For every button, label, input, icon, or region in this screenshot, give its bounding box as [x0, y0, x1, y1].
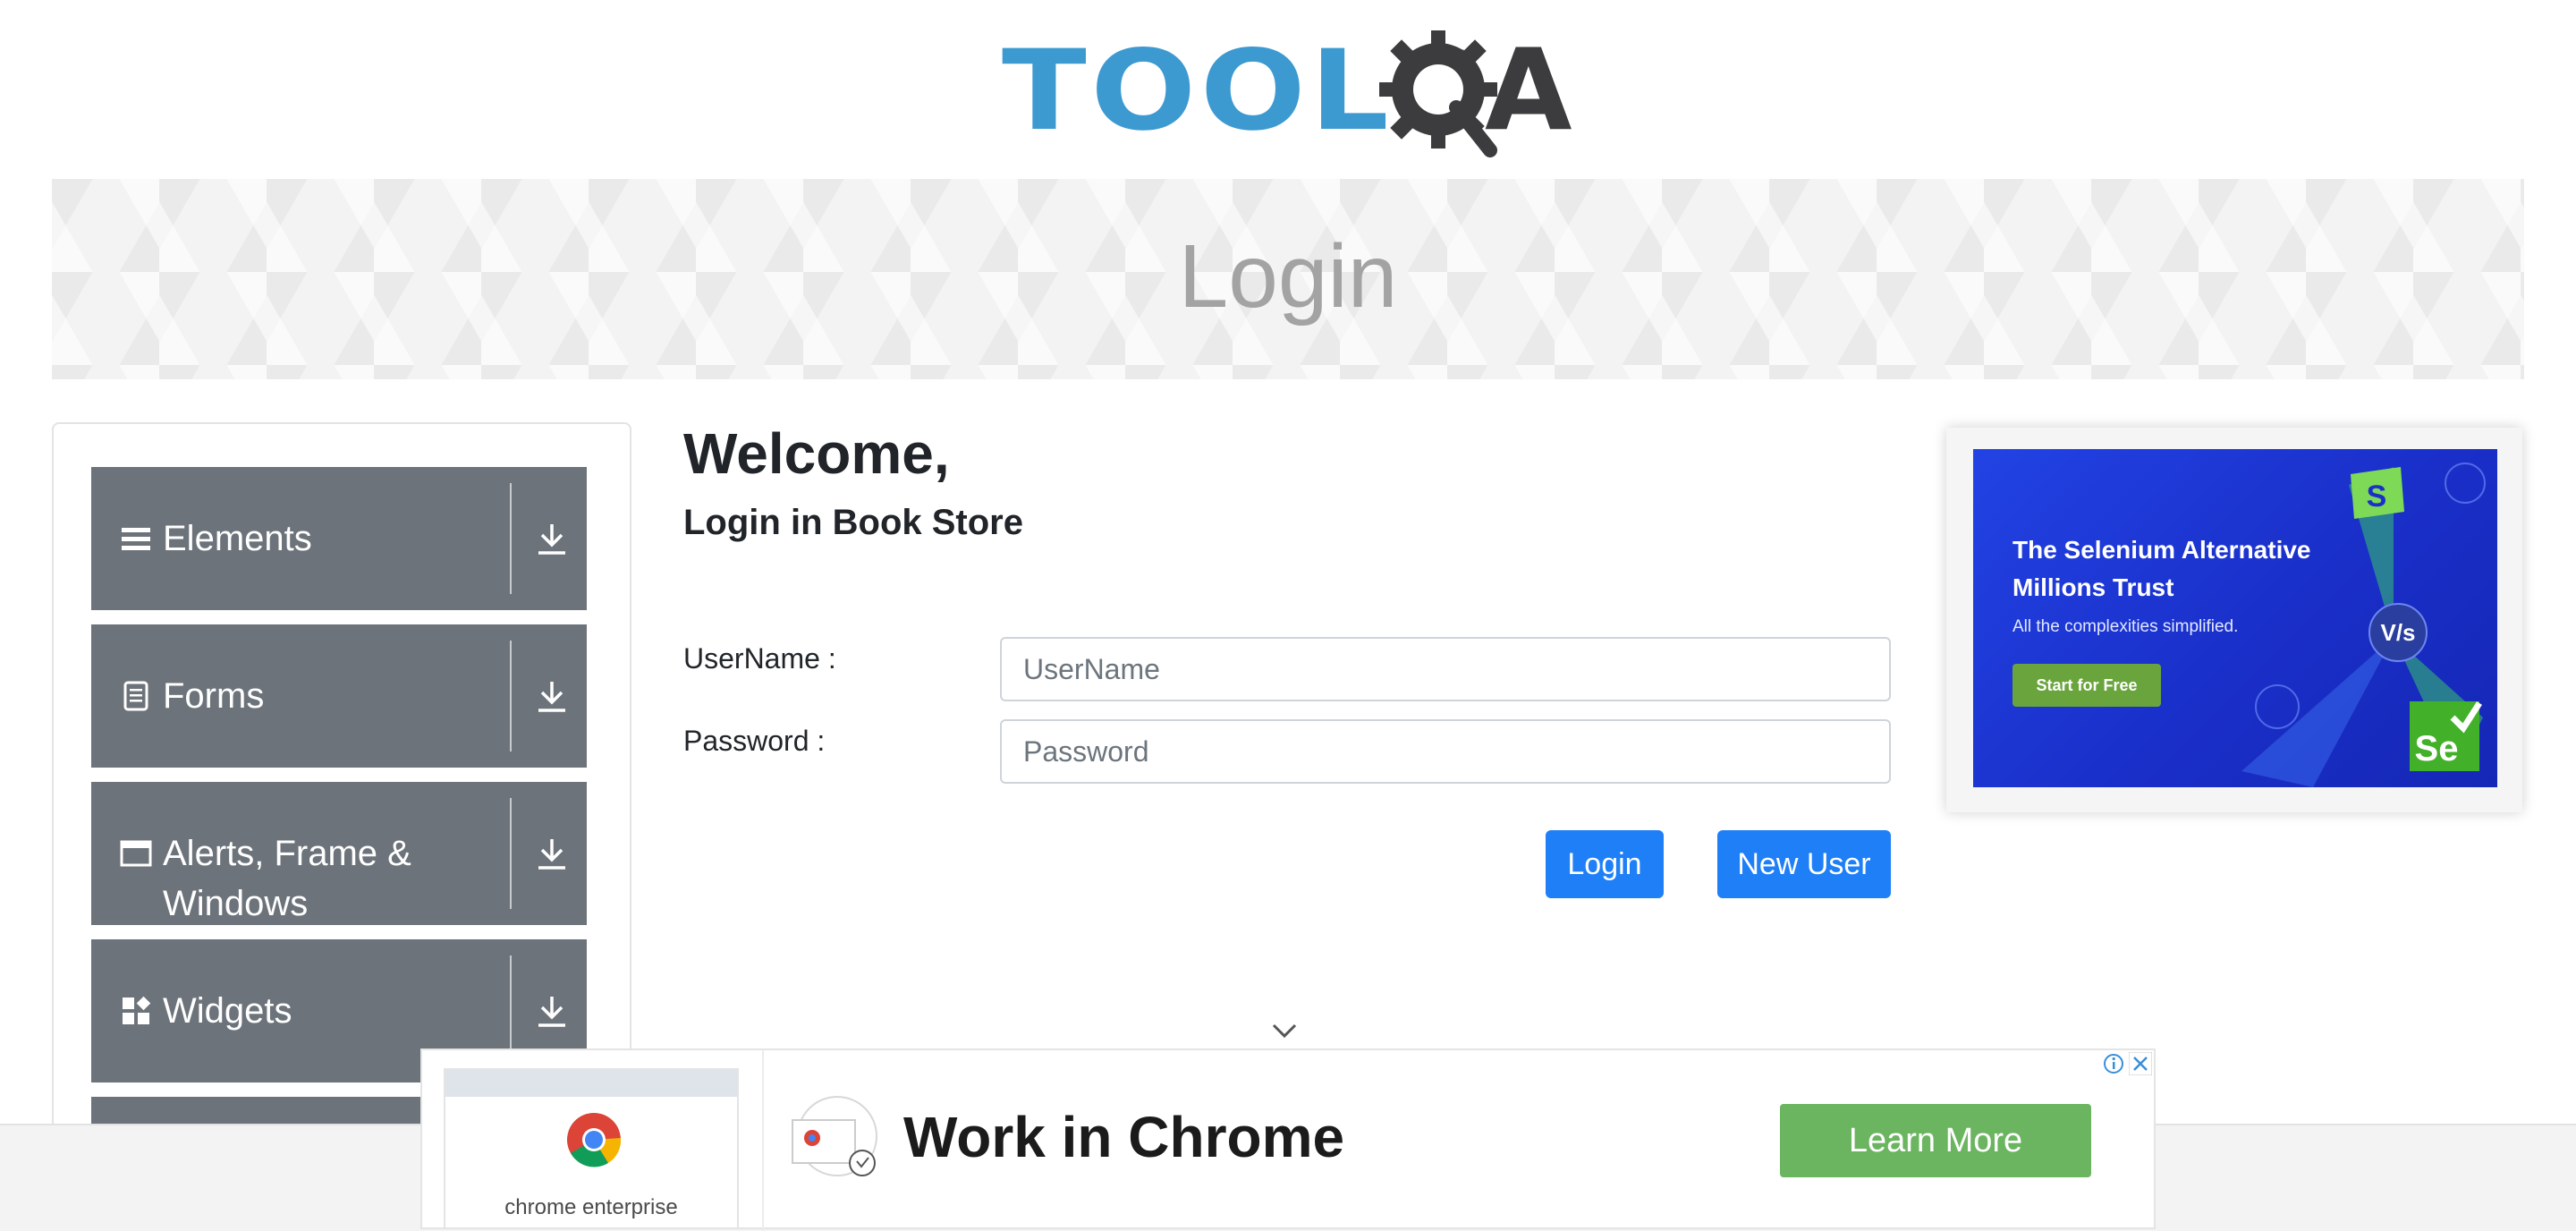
chrome-shield-icon — [792, 1096, 877, 1176]
password-label: Password : — [683, 725, 826, 757]
toolsqa-logo[interactable]: TOOLS A — [1002, 25, 1583, 168]
username-input[interactable] — [1000, 637, 1891, 701]
login-subtitle: Login in Book Store — [683, 503, 1023, 542]
window-icon — [120, 840, 152, 867]
sidebar-group-alerts-frame-windows[interactable]: Alerts, Frame & Windows — [91, 782, 587, 925]
download-icon[interactable] — [535, 678, 569, 714]
download-icon[interactable] — [535, 521, 569, 556]
sidebar-group-forms[interactable]: Forms — [91, 624, 587, 768]
ad-title: Work in Chrome — [903, 1105, 1345, 1169]
svg-text:S: S — [2367, 480, 2387, 514]
chrome-logo-icon — [567, 1113, 622, 1167]
ad-headline: The Selenium Alternative Millions Trust — [2012, 536, 2311, 601]
divider — [510, 641, 512, 751]
download-icon[interactable] — [535, 836, 569, 871]
code-icon — [2445, 463, 2486, 504]
ad-thumbnail: chrome enterprise — [444, 1068, 739, 1229]
svg-text:Se: Se — [2415, 729, 2459, 768]
learn-more-button[interactable]: Learn More — [1780, 1104, 2091, 1177]
sidebar-group-label: Alerts, Frame & Windows — [163, 834, 411, 923]
login-button[interactable]: Login — [1546, 830, 1664, 898]
divider — [510, 483, 512, 594]
sidebar-group-label: Elements — [163, 519, 312, 558]
widgets-icon — [123, 996, 151, 1024]
selenium-se-icon: Se — [2410, 701, 2482, 771]
start-for-free-button[interactable]: Start for Free — [2012, 664, 2161, 707]
divider — [510, 798, 512, 909]
selenium-alternative-ad[interactable]: V/s S Se The Selenium Alternative Millio… — [1973, 449, 2497, 787]
download-icon[interactable] — [535, 993, 569, 1029]
ad-subtext: All the complexities simplified. — [2012, 617, 2239, 636]
right-ad-container: V/s S Se The Selenium Alternative Millio… — [1946, 428, 2522, 812]
password-input[interactable] — [1000, 719, 1891, 784]
page-title: Login — [1178, 226, 1398, 327]
ad-divider — [762, 1050, 764, 1231]
sidebar-group-label: Forms — [163, 676, 265, 716]
logo-a-text: A — [1485, 24, 1572, 156]
chrome-enterprise-ad[interactable]: chrome enterprise Work in Chrome Learn M… — [420, 1048, 2156, 1231]
selenium-s-icon: S — [2351, 467, 2404, 519]
vs-text: V/s — [2380, 619, 2415, 646]
browser-tabs-strip — [445, 1070, 737, 1097]
document-icon — [123, 681, 148, 711]
ad-info-icon[interactable] — [2102, 1052, 2125, 1075]
hamburger-icon — [122, 528, 150, 550]
close-icon[interactable] — [2129, 1052, 2152, 1075]
sidebar-group-elements[interactable]: Elements — [91, 467, 587, 610]
welcome-heading: Welcome, — [683, 421, 950, 486]
page-banner: Login — [52, 179, 2524, 379]
chevron-down-icon[interactable] — [1268, 1020, 1301, 1041]
browser-icon — [2255, 684, 2300, 729]
new-user-button[interactable]: New User — [1717, 830, 1891, 898]
username-label: UserName : — [683, 642, 836, 675]
chrome-enterprise-label: chrome enterprise — [504, 1195, 678, 1219]
sidebar-group-label: Widgets — [163, 991, 292, 1031]
